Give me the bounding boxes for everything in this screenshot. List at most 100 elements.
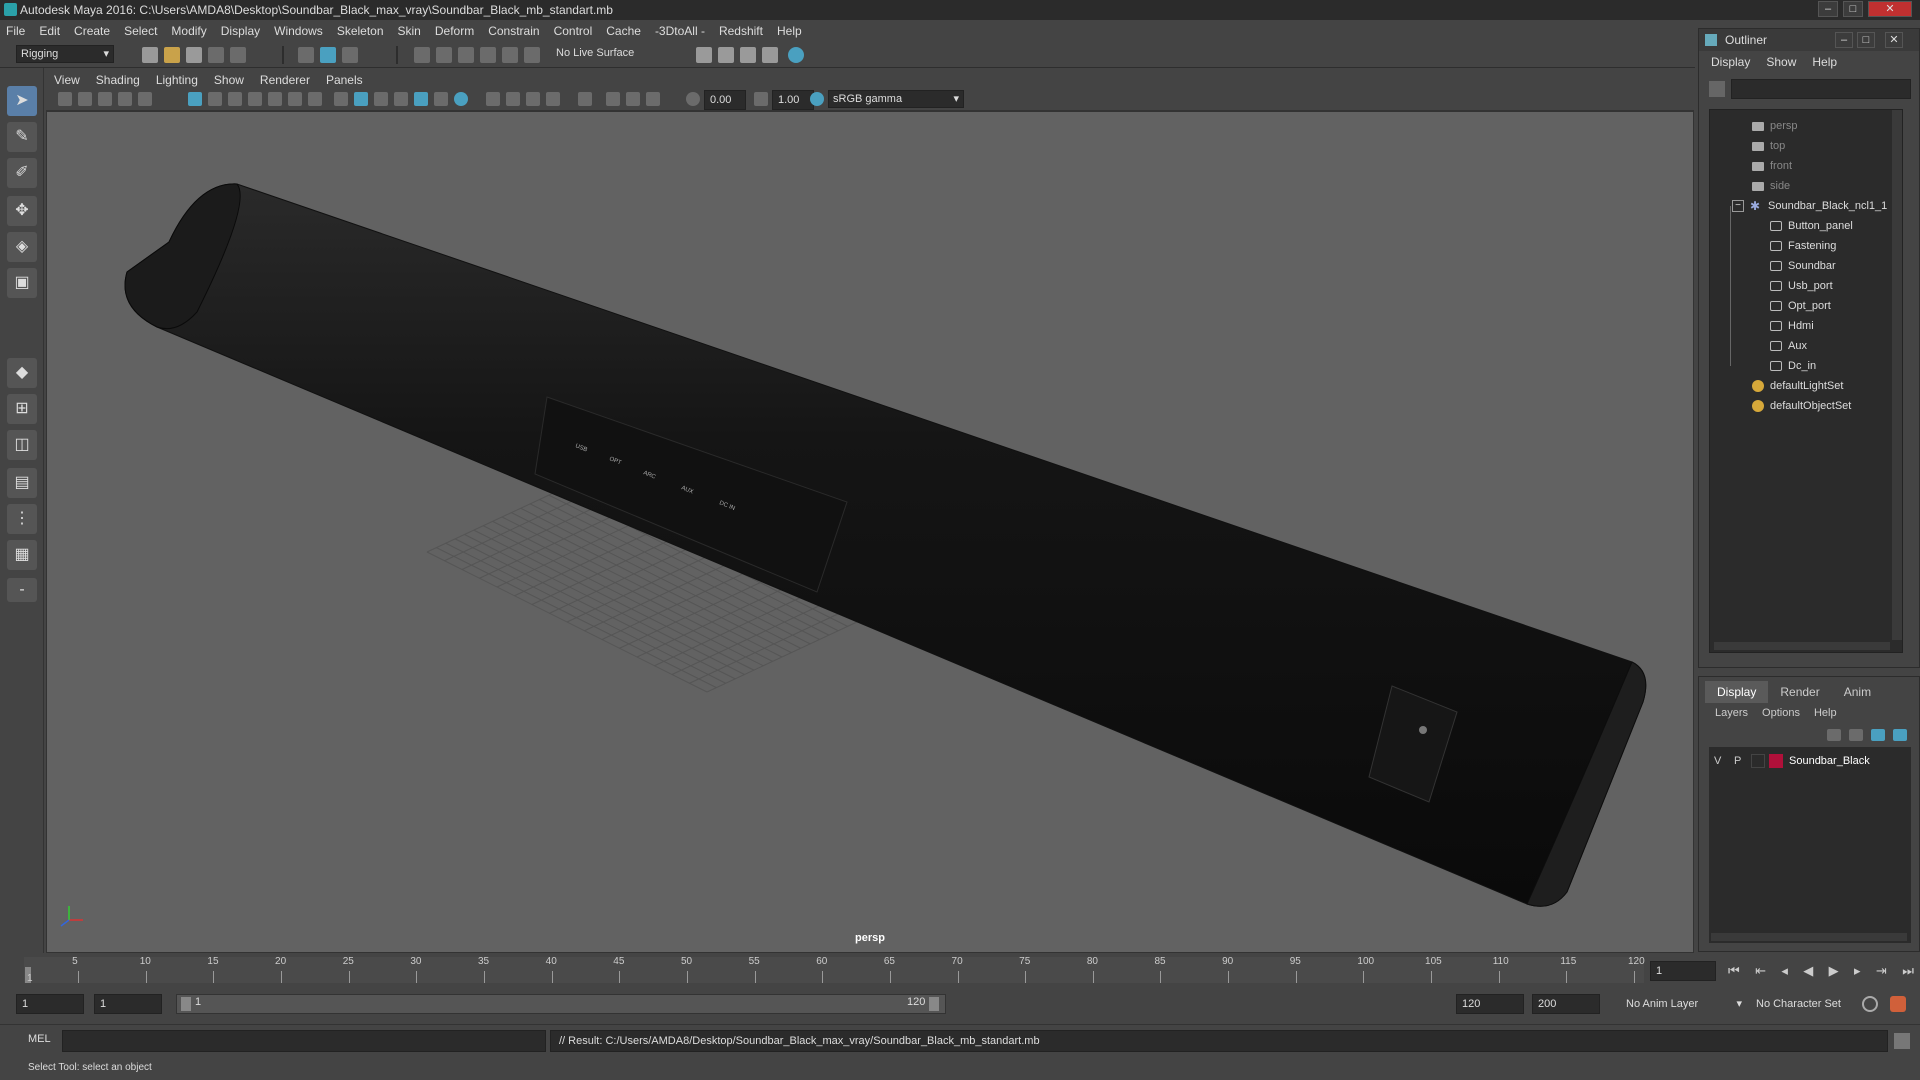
anti-aliasing-icon[interactable]: [506, 92, 520, 106]
layer-menu-options[interactable]: Options: [1762, 707, 1800, 719]
viewport-menu-panels[interactable]: Panels: [326, 73, 363, 87]
layer-horizontal-scrollbar[interactable]: [1711, 933, 1907, 941]
depth-of-field-icon[interactable]: [526, 92, 540, 106]
range-end-handle[interactable]: [929, 997, 939, 1011]
outliner-item-top[interactable]: top: [1752, 136, 1785, 156]
tab-render[interactable]: Render: [1768, 681, 1831, 703]
layer-color-swatch[interactable]: [1769, 754, 1783, 768]
image-plane-icon[interactable]: [118, 92, 132, 106]
menu-modify[interactable]: Modify: [171, 24, 206, 38]
outliner-item-opt-port[interactable]: Opt_port: [1770, 296, 1831, 316]
safe-action-icon[interactable]: [288, 92, 302, 106]
new-layer-icon[interactable]: [1871, 729, 1885, 741]
layer-menu-help[interactable]: Help: [1814, 707, 1837, 719]
select-object-icon[interactable]: [320, 47, 336, 63]
outliner-item-aux[interactable]: Aux: [1770, 336, 1807, 356]
save-scene-icon[interactable]: [186, 47, 202, 63]
grease-pencil-icon[interactable]: [138, 92, 152, 106]
menu-windows[interactable]: Windows: [274, 24, 323, 38]
range-start-handle[interactable]: [181, 997, 191, 1011]
step-back-key-icon[interactable]: ⇤: [1755, 963, 1766, 979]
minimize-button[interactable]: –: [1818, 1, 1838, 17]
xray-components-icon[interactable]: [626, 92, 640, 106]
outliner-menu-help[interactable]: Help: [1812, 55, 1837, 69]
gamma-icon[interactable]: [754, 92, 768, 106]
smooth-shade-icon[interactable]: [354, 92, 368, 106]
snap-point-icon[interactable]: [458, 47, 474, 63]
outliner-item-soundbar[interactable]: Soundbar: [1770, 256, 1836, 276]
bookmark-icon[interactable]: [98, 92, 112, 106]
snap-view-plane-icon[interactable]: [480, 47, 496, 63]
render-settings-icon[interactable]: [740, 47, 756, 63]
film-gate-icon[interactable]: [208, 92, 222, 106]
make-live-icon[interactable]: [524, 47, 540, 63]
menu-skin[interactable]: Skin: [398, 24, 421, 38]
soundbar-model[interactable]: [124, 183, 1647, 907]
undo-icon[interactable]: [208, 47, 224, 63]
menu-create[interactable]: Create: [74, 24, 110, 38]
range-slider[interactable]: 1 120: [176, 994, 946, 1014]
ipr-render-icon[interactable]: [718, 47, 734, 63]
menu-cache[interactable]: Cache: [606, 24, 641, 38]
new-layer-selected-icon[interactable]: [1893, 729, 1907, 741]
script-editor-icon[interactable]: [1894, 1033, 1910, 1049]
lighting-icon[interactable]: [414, 92, 428, 106]
menu-deform[interactable]: Deform: [435, 24, 474, 38]
live-surface-field[interactable]: No Live Surface: [552, 45, 652, 63]
tab-display[interactable]: Display: [1705, 681, 1769, 703]
outliner-menu-show[interactable]: Show: [1766, 55, 1796, 69]
outliner-maximize-button[interactable]: □: [1857, 32, 1875, 48]
animation-prefs-icon[interactable]: [1890, 996, 1906, 1012]
outliner-item-default-object-set[interactable]: defaultObjectSet: [1752, 396, 1851, 416]
snap-grid-icon[interactable]: [414, 47, 430, 63]
play-backward-icon[interactable]: ◀: [1803, 963, 1813, 979]
outliner-menu-display[interactable]: Display: [1711, 55, 1750, 69]
menu-3dtoall[interactable]: -3DtoAll -: [655, 24, 705, 38]
menu-file[interactable]: File: [6, 24, 25, 38]
outliner-search-input[interactable]: [1731, 79, 1911, 99]
outliner-item-group[interactable]: − ✱ Soundbar_Black_ncl1_1: [1732, 196, 1887, 216]
single-view-layout-button[interactable]: ◆: [7, 358, 37, 388]
step-forward-key-icon[interactable]: ⇥: [1876, 963, 1887, 979]
command-input[interactable]: [62, 1030, 546, 1052]
layer-playback-toggle[interactable]: P: [1734, 751, 1741, 771]
paint-select-tool-button[interactable]: ✐: [7, 158, 37, 188]
menu-help[interactable]: Help: [777, 24, 802, 38]
layer-visibility-toggle[interactable]: V: [1714, 751, 1721, 771]
persp-outliner-layout-button[interactable]: ▤: [7, 468, 37, 498]
wireframe-on-shaded-icon[interactable]: [374, 92, 388, 106]
move-layer-down-icon[interactable]: [1849, 729, 1863, 741]
script-language-label[interactable]: MEL: [28, 1033, 51, 1045]
persp-graph-layout-button[interactable]: ⋮: [7, 504, 37, 534]
menu-redshift[interactable]: Redshift: [719, 24, 763, 38]
outliner-item-front[interactable]: front: [1752, 156, 1792, 176]
gamma-field[interactable]: 1.00: [772, 90, 814, 110]
current-frame-field[interactable]: 1: [1650, 961, 1716, 981]
auto-key-icon[interactable]: [1862, 996, 1878, 1012]
outliner-item-side[interactable]: side: [1752, 176, 1790, 196]
menu-skeleton[interactable]: Skeleton: [337, 24, 384, 38]
hypershade-layout-button[interactable]: ▦: [7, 540, 37, 570]
menu-edit[interactable]: Edit: [39, 24, 60, 38]
layer-display-type-toggle[interactable]: [1751, 754, 1765, 768]
viewport-menu-renderer[interactable]: Renderer: [260, 73, 310, 87]
more-layouts-button[interactable]: -: [7, 578, 37, 602]
outliner-item-fastening[interactable]: Fastening: [1770, 236, 1836, 256]
exposure-icon[interactable]: [686, 92, 700, 106]
tab-anim[interactable]: Anim: [1832, 681, 1883, 703]
select-tool-button[interactable]: ➤: [7, 86, 37, 116]
xray-icon[interactable]: [578, 92, 592, 106]
outliner-filter-icon[interactable]: [1709, 81, 1725, 97]
select-component-icon[interactable]: [342, 47, 358, 63]
color-management-icon[interactable]: [810, 92, 824, 106]
maximize-button[interactable]: □: [1843, 1, 1863, 17]
menu-control[interactable]: Control: [554, 24, 593, 38]
ambient-occlusion-icon[interactable]: [454, 92, 468, 106]
redshift-render-icon[interactable]: [788, 47, 804, 63]
outliner-horizontal-scrollbar[interactable]: [1714, 642, 1890, 650]
layer-row[interactable]: V P Soundbar_Black: [1709, 751, 1909, 771]
animation-start-field[interactable]: 1: [16, 994, 84, 1014]
move-tool-button[interactable]: ✥: [7, 196, 37, 226]
play-forward-icon[interactable]: ▶: [1829, 963, 1839, 979]
select-hierarchy-icon[interactable]: [298, 47, 314, 63]
